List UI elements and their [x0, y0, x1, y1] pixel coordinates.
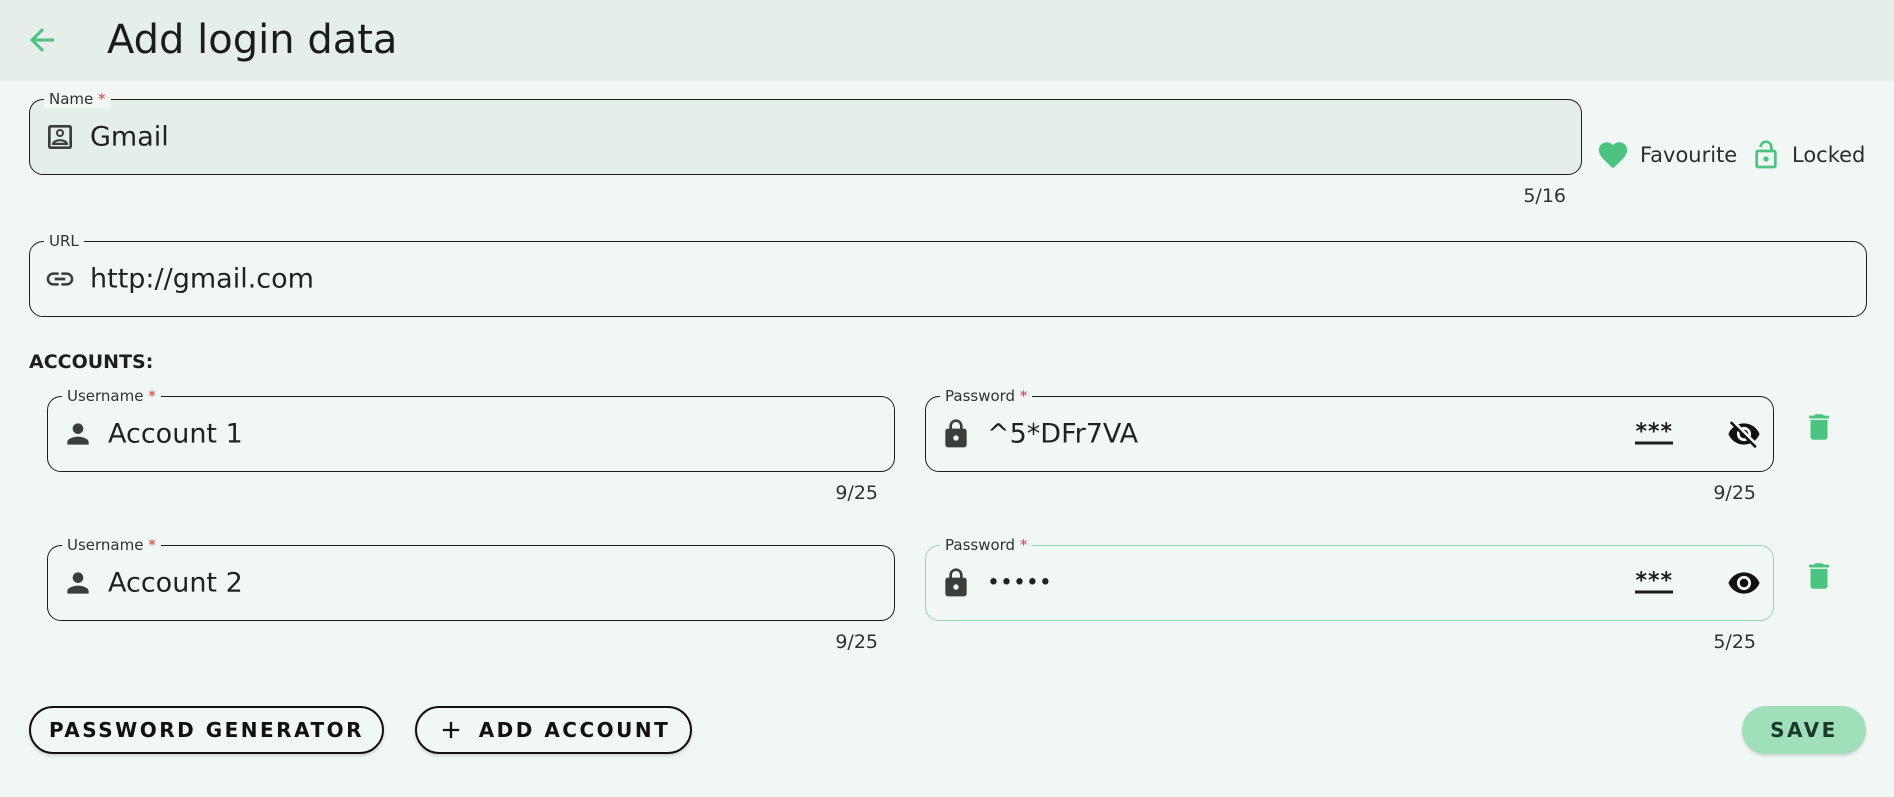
locked-label: Locked	[1792, 143, 1866, 167]
username-field-label: Username *	[62, 387, 161, 405]
name-counter: 5/16	[1523, 185, 1566, 207]
username-field[interactable]: Username * Account 1	[47, 387, 895, 472]
trash-icon[interactable]	[1802, 409, 1836, 445]
username-field[interactable]: Username * Account 2	[47, 536, 895, 621]
favourite-toggle[interactable]: Favourite	[1596, 138, 1737, 172]
favourite-label: Favourite	[1640, 143, 1738, 167]
save-label: SAVE	[1770, 718, 1838, 742]
name-field[interactable]: Name * Gmail	[29, 90, 1582, 175]
contact-card-icon	[48, 125, 72, 149]
add-account-button[interactable]: ADD ACCOUNT	[415, 706, 692, 754]
password-field[interactable]: Password * ••••• ***	[925, 536, 1774, 621]
name-field-label: Name *	[44, 90, 111, 108]
arrow-left-icon[interactable]	[24, 22, 60, 58]
eye-icon[interactable]	[1727, 566, 1761, 600]
generate-password-button[interactable]: ***	[1635, 570, 1673, 594]
password-generator-button[interactable]: PASSWORD GENERATOR	[29, 706, 384, 754]
name-input[interactable]: Gmail	[90, 122, 169, 153]
lock-open-icon	[1755, 140, 1777, 169]
username-counter: 9/25	[835, 631, 878, 653]
username-input[interactable]: Account 1	[108, 419, 243, 450]
generate-password-button[interactable]: ***	[1635, 421, 1673, 445]
page-title: Add login data	[107, 17, 398, 63]
password-field[interactable]: Password * ^5*DFr7VA ***	[925, 387, 1774, 472]
url-field[interactable]: URL http://gmail.com	[29, 232, 1867, 317]
password-generator-label: PASSWORD GENERATOR	[48, 718, 365, 742]
plus-icon	[442, 721, 459, 739]
add-account-label: ADD ACCOUNT	[478, 718, 671, 742]
password-field-label: Password *	[940, 387, 1033, 405]
lock-icon	[945, 419, 967, 448]
save-button[interactable]: SAVE	[1742, 706, 1866, 754]
password-input[interactable]: ^5*DFr7VA	[987, 419, 1138, 450]
person-icon	[67, 572, 89, 594]
url-field-label: URL	[44, 232, 84, 250]
app-bar: Add login data	[0, 0, 1894, 81]
locked-toggle[interactable]: Locked	[1750, 138, 1865, 172]
eye-off-icon[interactable]	[1727, 417, 1761, 451]
trash-icon[interactable]	[1802, 558, 1836, 594]
url-input[interactable]: http://gmail.com	[90, 264, 314, 295]
password-counter: 5/25	[1713, 631, 1756, 653]
link-icon	[46, 272, 74, 286]
username-input[interactable]: Account 2	[108, 568, 243, 599]
password-counter: 9/25	[1713, 482, 1756, 504]
lock-icon	[945, 568, 967, 597]
accounts-heading: ACCOUNTS:	[29, 351, 154, 373]
username-field-label: Username *	[62, 536, 161, 554]
password-field-label: Password *	[940, 536, 1033, 554]
password-input[interactable]: •••••	[987, 571, 1052, 596]
person-icon	[67, 423, 89, 445]
username-counter: 9/25	[835, 482, 878, 504]
heart-icon	[1598, 142, 1628, 169]
